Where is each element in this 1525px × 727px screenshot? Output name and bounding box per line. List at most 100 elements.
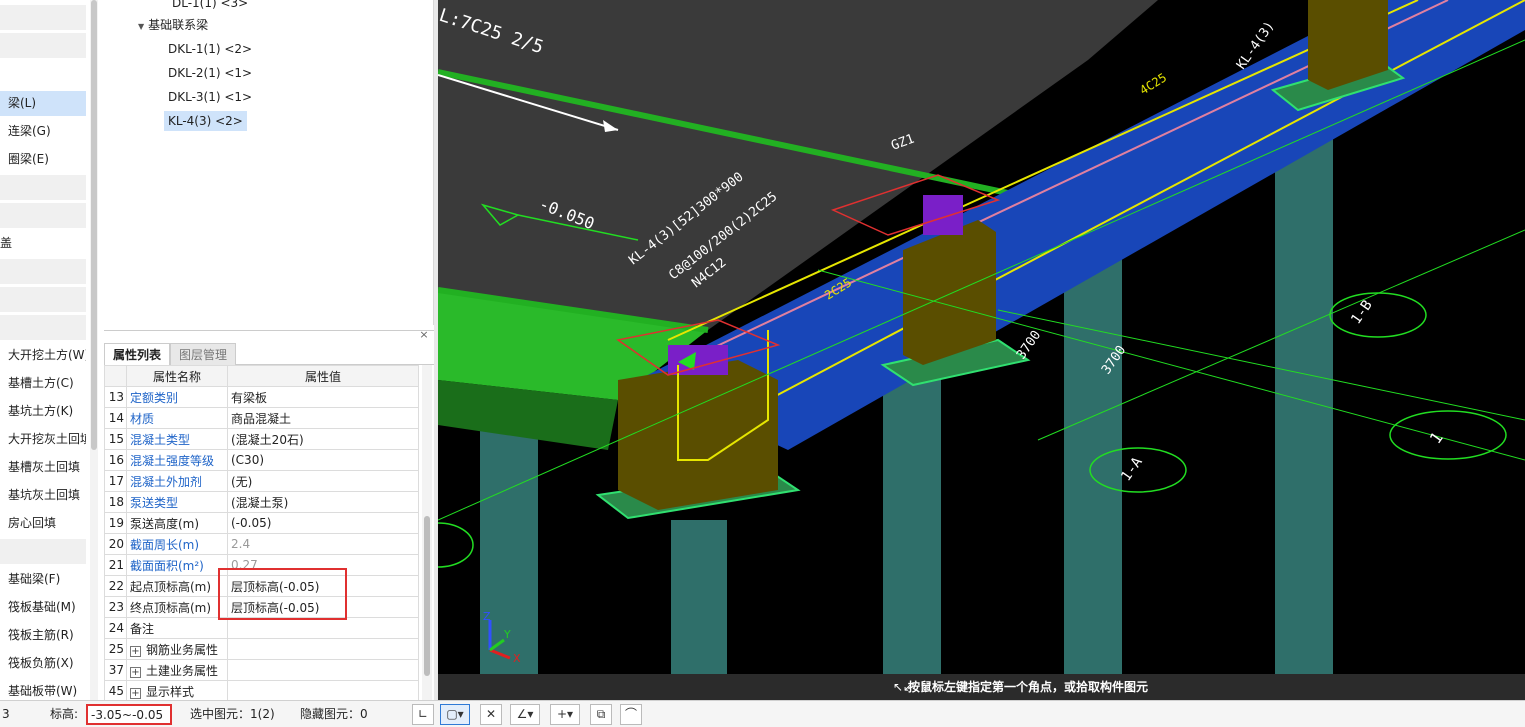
nav-item[interactable]: 大开挖灰土回填: [0, 427, 86, 452]
property-value[interactable]: (混凝土泵): [227, 491, 419, 513]
hidden-count: 隐藏图元：0: [300, 707, 368, 721]
nav-item[interactable]: 筏板主筋(R): [0, 623, 86, 648]
table-row[interactable]: 14 材质 商品混凝土: [104, 407, 419, 429]
tab-layer-manager[interactable]: 图层管理: [170, 343, 237, 365]
nav-item[interactable]: 大开挖土方(W): [0, 343, 86, 368]
property-value[interactable]: (混凝土20石): [227, 428, 419, 450]
properties-tabs: 属性列表 图层管理: [104, 343, 434, 365]
table-row[interactable]: 17 混凝土外加剂 (无): [104, 470, 419, 492]
cross-icon[interactable]: ✕: [480, 704, 502, 725]
table-row[interactable]: 37 + 土建业务属性: [104, 659, 419, 681]
tree-item-label: DKL-1(1) <2>: [168, 42, 253, 56]
nav-item[interactable]: 基坑灰土回填: [0, 483, 86, 508]
expand-icon[interactable]: +: [130, 666, 141, 678]
nav-item[interactable]: 梁(L): [0, 91, 86, 116]
property-name: 混凝土外加剂: [126, 470, 228, 492]
nav-item[interactable]: 基槽土方(C): [0, 371, 86, 396]
property-value[interactable]: [227, 659, 419, 681]
leftnav-scrollbar-thumb[interactable]: [91, 0, 97, 450]
property-name-text: 定额类别: [130, 390, 179, 405]
row-number: 15: [104, 428, 127, 450]
nav-group-header[interactable]: [0, 539, 86, 564]
property-name: 混凝土类型: [126, 428, 228, 450]
tree-item-selected[interactable]: KL-4(3) <2>: [164, 111, 247, 131]
elevation-value: -3.05~-0.05: [86, 704, 172, 725]
nav-item[interactable]: 连梁(G): [0, 119, 86, 144]
tree-item[interactable]: DKL-1(1) <2>: [164, 39, 256, 59]
nav-item[interactable]: 基础梁(F): [0, 567, 86, 592]
insert-icon[interactable]: +▾: [550, 704, 580, 725]
table-row[interactable]: 18 泵送类型 (混凝土泵): [104, 491, 419, 513]
nav-item[interactable]: 筏板负筋(X): [0, 651, 86, 676]
nav-item[interactable]: 基坑土方(K): [0, 399, 86, 424]
caret-down-icon[interactable]: ▼: [138, 17, 144, 37]
property-value[interactable]: (C30): [227, 449, 419, 471]
tree-item[interactable]: DKL-2(1) <1>: [164, 63, 256, 83]
corner-tool-icon[interactable]: ∟: [412, 704, 434, 725]
tree-item-partial[interactable]: DL-1(1) <3>: [168, 0, 252, 13]
tree-item-label: KL-4(3) <2>: [168, 114, 243, 128]
table-row[interactable]: 20 截面周长(m) 2.4: [104, 533, 419, 555]
property-name-text: 混凝土类型: [130, 432, 191, 447]
table-row[interactable]: 19 泵送高度(m) (-0.05): [104, 512, 419, 534]
nav-group-header[interactable]: [0, 203, 86, 228]
nav-group-header[interactable]: [0, 5, 86, 30]
axis-bubble: [1329, 292, 1427, 338]
property-value[interactable]: 有梁板: [227, 386, 419, 408]
expand-icon[interactable]: +: [130, 687, 141, 699]
property-name: 起点顶标高(m): [126, 575, 228, 597]
curve-icon[interactable]: ⌒: [620, 704, 642, 725]
table-row[interactable]: 15 混凝土类型 (混凝土20石): [104, 428, 419, 450]
nav-group-header[interactable]: [0, 175, 86, 200]
property-value[interactable]: (-0.05): [227, 512, 419, 534]
close-icon[interactable]: ×: [418, 329, 430, 341]
property-value[interactable]: [227, 617, 419, 639]
nav-group-header[interactable]: [0, 287, 86, 312]
copy-icon[interactable]: ⧉: [590, 704, 612, 725]
tree-item[interactable]: DKL-3(1) <1>: [164, 87, 256, 107]
row-number: 45: [104, 680, 127, 702]
status-bar: 3 标高: -3.05~-0.05 选中图元：1(2) 隐藏图元：0 ∟ ▢▾ …: [0, 700, 1525, 727]
nav-item[interactable]: 基槽灰土回填: [0, 455, 86, 480]
property-name: 混凝土强度等级: [126, 449, 228, 471]
nav-group-header[interactable]: [0, 259, 86, 284]
row-number: 24: [104, 617, 127, 639]
table-row[interactable]: 45 + 显示样式: [104, 680, 419, 702]
property-value[interactable]: 商品混凝土: [227, 407, 419, 429]
table-row[interactable]: 24 备注: [104, 617, 419, 639]
nav-group-header[interactable]: [0, 33, 86, 58]
highlight-box-elevation: [218, 568, 347, 620]
expand-icon[interactable]: +: [130, 645, 141, 657]
nav-item[interactable]: 圈梁(E): [0, 147, 86, 172]
property-name-text: 截面周长(m): [130, 537, 200, 552]
nav-item[interactable]: 盖: [0, 231, 86, 256]
row-number: 37: [104, 659, 127, 681]
property-value[interactable]: (无): [227, 470, 419, 492]
property-name-text: 起点顶标高(m): [130, 579, 212, 594]
property-name: 备注: [126, 617, 228, 639]
column-top-shape: [923, 195, 963, 235]
property-name-text: 终点顶标高(m): [130, 600, 212, 615]
select-box-icon[interactable]: ▢▾: [440, 704, 470, 725]
tab-property-list[interactable]: 属性列表: [104, 343, 171, 365]
table-row[interactable]: 16 混凝土强度等级 (C30): [104, 449, 419, 471]
y-axis-label: Y: [503, 628, 511, 641]
props-scrollbar-thumb[interactable]: [424, 516, 430, 676]
table-row[interactable]: 13 定额类别 有梁板: [104, 386, 419, 408]
property-value[interactable]: [227, 680, 419, 702]
angle-icon[interactable]: ∠▾: [510, 704, 540, 725]
property-value[interactable]: [227, 638, 419, 660]
nav-item[interactable]: 筏板基础(M): [0, 595, 86, 620]
property-value[interactable]: 2.4: [227, 533, 419, 555]
nav-item[interactable]: 基础板带(W): [0, 679, 86, 700]
table-row[interactable]: 25 + 钢筋业务属性: [104, 638, 419, 660]
nav-item[interactable]: 房心回填: [0, 511, 86, 536]
3d-viewport[interactable]: L:7C25 2/5 -0.050 KL-4(3)[52]300*900 C8@…: [438, 0, 1525, 700]
app-window: 梁(L) 连梁(G) 圈梁(E) 盖大开挖土方(W) 基槽土方(C) 基坑土方(K) 大开挖…: [0, 0, 1525, 727]
tree-group-foundation-tie-beam[interactable]: ▼ 基础联系梁: [134, 15, 212, 35]
z-axis-label: Z: [483, 610, 491, 623]
selected-count: 选中图元：1(2): [190, 707, 275, 721]
3d-scene[interactable]: L:7C25 2/5 -0.050 KL-4(3)[52]300*900 C8@…: [438, 0, 1525, 700]
nav-group-header[interactable]: [0, 315, 86, 340]
pile-shape: [1275, 100, 1333, 680]
